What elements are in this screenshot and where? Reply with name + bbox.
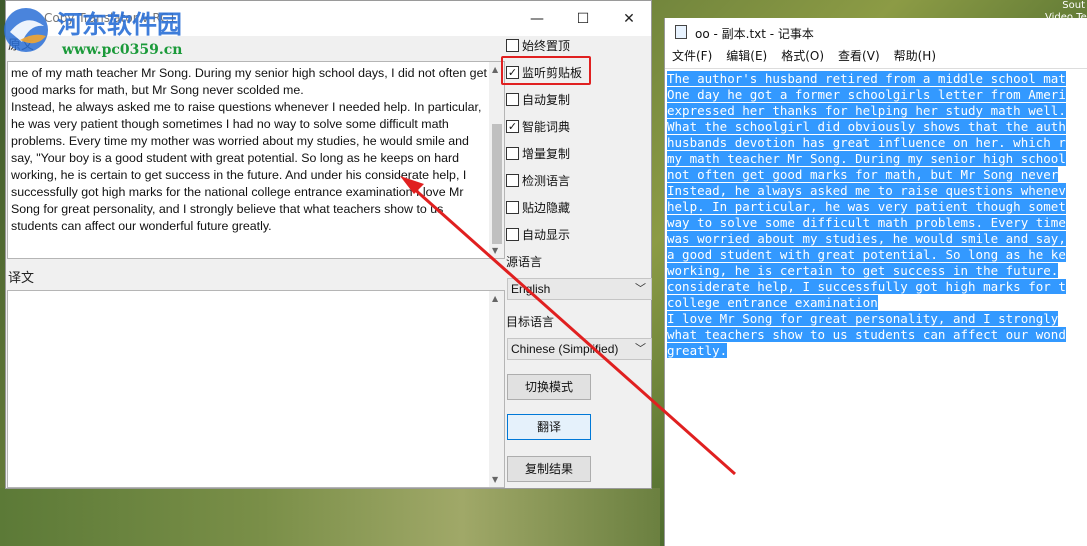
checkbox[interactable] (506, 227, 519, 241)
source-language-select[interactable]: English ﹀ (507, 278, 652, 300)
checkbox-checked[interactable]: ✓ (506, 119, 519, 133)
scroll-down-icon[interactable]: ▼ (492, 475, 498, 484)
menu-format[interactable]: 格式(O) (781, 47, 824, 67)
notepad-line: I love Mr Song for great personality, an… (667, 311, 1059, 326)
notepad-line: What the schoolgirl did obviously shows … (667, 119, 1066, 134)
translate-button[interactable]: 翻译 (507, 414, 591, 440)
close-button[interactable]: ✕ (606, 1, 652, 36)
notepad-line: working, he is certain to get success in… (667, 263, 1059, 278)
option-auto-show[interactable]: 自动显示 (506, 225, 570, 243)
desktop-background (0, 488, 660, 546)
notepad-window: oo - 副本.txt - 记事本 文件(F) 编辑(E) 格式(O) 查看(V… (664, 18, 1087, 546)
notepad-line: husbands devotion has great influence on… (667, 135, 1066, 150)
option-always-on-top[interactable]: 始终置顶 (506, 36, 570, 54)
chevron-down-icon: ﹀ (635, 283, 646, 295)
target-label: 译文 (8, 271, 35, 286)
checkbox[interactable] (506, 146, 519, 160)
watermark-url: www.pc0359.cn (62, 42, 183, 58)
notepad-title-bar[interactable]: oo - 副本.txt - 记事本 (665, 18, 1087, 47)
chevron-down-icon: ﹀ (635, 343, 646, 355)
translator-window: Copy Translator v RC1 — ☐ ✕ 原文 me of my … (5, 0, 652, 489)
checkbox[interactable] (506, 92, 519, 106)
scroll-down-icon[interactable]: ▼ (492, 246, 498, 255)
source-text: me of my math teacher Mr Song. During my… (11, 66, 487, 233)
highlight-box (501, 56, 591, 85)
checkbox[interactable] (506, 200, 519, 214)
notepad-line: was worried about my studies, he would s… (667, 231, 1066, 246)
checkbox[interactable] (506, 38, 519, 52)
minimize-button[interactable]: — (514, 1, 560, 36)
scroll-up-icon[interactable]: ▲ (492, 294, 498, 303)
notepad-line: way to solve some difficult math problem… (667, 215, 1066, 230)
notepad-line: Instead, he always asked me to raise que… (667, 183, 1066, 198)
watermark-title: 河东软件园 (57, 10, 183, 39)
notepad-icon (675, 25, 687, 39)
notepad-line: greatly. (667, 343, 728, 358)
checkbox[interactable] (506, 173, 519, 187)
target-textarea[interactable]: ▲ ▼ (7, 290, 505, 488)
menu-help[interactable]: 帮助(H) (894, 47, 936, 67)
notepad-line: my math teacher Mr Song. During my senio… (667, 151, 1066, 166)
notepad-line: considerate help, I successfully got hig… (667, 279, 1066, 294)
notepad-line: One day he got a former schoolgirls lett… (667, 87, 1066, 102)
notepad-line: what teachers show to us students can af… (667, 327, 1066, 342)
menu-edit[interactable]: 编辑(E) (726, 47, 767, 67)
notepad-line: The author's husband retired from a midd… (667, 71, 1066, 86)
source-textarea[interactable]: me of my math teacher Mr Song. During my… (7, 61, 505, 259)
target-scrollbar[interactable]: ▲ ▼ (489, 291, 504, 487)
scroll-thumb[interactable] (492, 124, 502, 244)
source-language-label: 源语言 (506, 255, 543, 269)
menu-view[interactable]: 查看(V) (838, 47, 880, 67)
source-scrollbar[interactable]: ▲ ▼ (489, 62, 504, 258)
target-language-select[interactable]: Chinese (Simplified) ﹀ (507, 338, 652, 360)
notepad-line: college entrance examination (667, 295, 878, 310)
switch-mode-button[interactable]: 切换模式 (507, 374, 591, 400)
notepad-title: oo - 副本.txt - 记事本 (695, 27, 814, 41)
notepad-menu-bar: 文件(F) 编辑(E) 格式(O) 查看(V) 帮助(H) (665, 47, 1087, 67)
option-detect-language[interactable]: 检测语言 (506, 171, 570, 189)
notepad-line: not often get good marks for math, but M… (667, 167, 1059, 182)
watermark-logo-icon (4, 8, 48, 52)
maximize-button[interactable]: ☐ (560, 1, 606, 36)
copy-result-button[interactable]: 复制结果 (507, 456, 591, 482)
scroll-up-icon[interactable]: ▲ (492, 65, 498, 74)
option-incremental-copy[interactable]: 增量复制 (506, 144, 570, 162)
notepad-text: The author's husband retired from a midd… (667, 71, 1066, 359)
menu-file[interactable]: 文件(F) (672, 47, 712, 67)
notepad-editor[interactable]: The author's husband retired from a midd… (665, 68, 1087, 546)
notepad-line: expressed her thanks for helping her stu… (667, 103, 1066, 118)
option-edge-hide[interactable]: 贴边隐藏 (506, 198, 570, 216)
notepad-line: a good student with great potential. So … (667, 247, 1066, 262)
option-auto-copy[interactable]: 自动复制 (506, 90, 570, 108)
option-smart-dictionary[interactable]: ✓ 智能词典 (506, 117, 570, 135)
target-language-label: 目标语言 (506, 315, 555, 329)
notepad-line: help. In particular, he was very patient… (667, 199, 1066, 214)
